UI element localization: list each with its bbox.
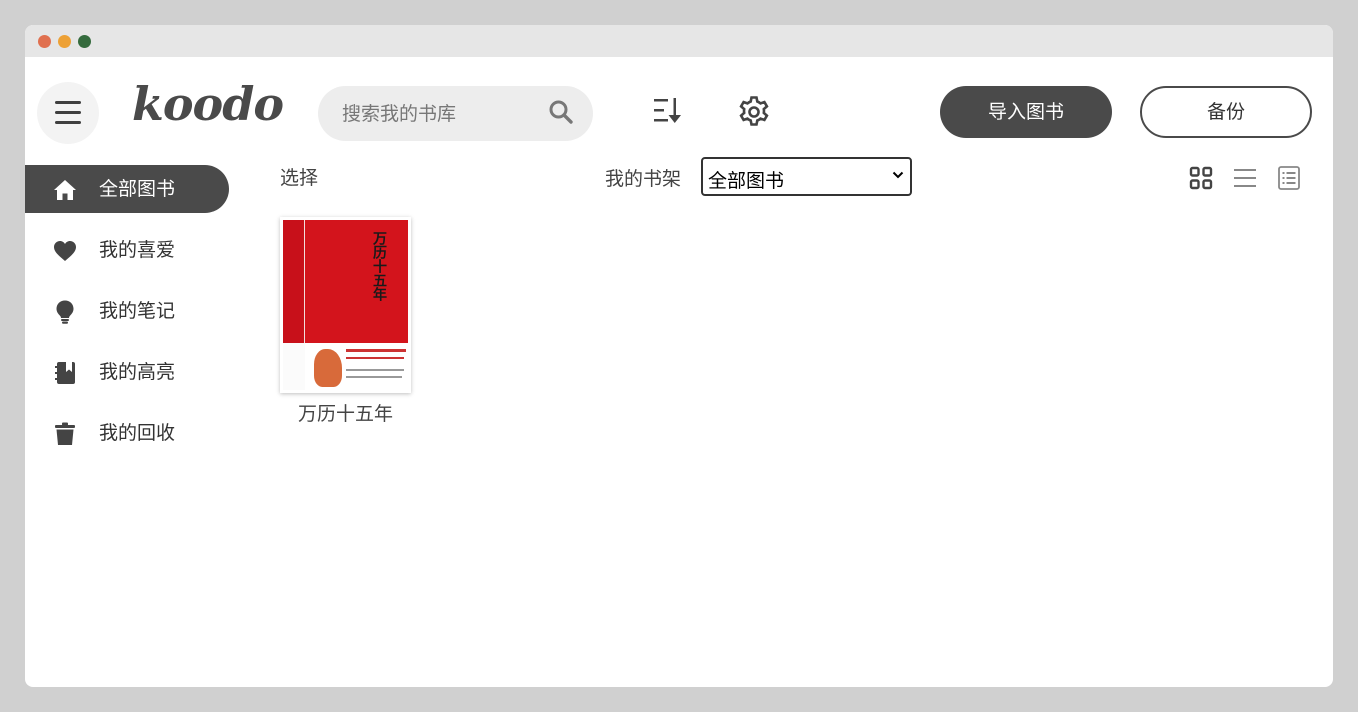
detail-view-icon[interactable] [1277,165,1301,191]
sidebar-item-favorites[interactable]: 我的喜爱 [25,226,229,274]
shelf-select[interactable]: 全部图书 [701,157,912,196]
search-input[interactable] [342,101,542,127]
notebook-icon [55,362,75,384]
chevron-down-icon [892,171,904,179]
sidebar-item-trash[interactable]: 我的回收 [25,409,229,457]
search-box [318,86,593,141]
heart-icon [54,241,76,261]
book-title: 万历十五年 [297,403,393,425]
select-mode-button[interactable]: 选择 [280,163,318,190]
maximize-window-button[interactable] [78,35,91,48]
search-icon[interactable] [548,99,574,125]
list-view-icon[interactable] [1233,166,1257,190]
menu-button[interactable] [37,82,99,144]
grid-view-icon[interactable] [1189,166,1213,190]
book-cover-title: 万历十五年 [371,231,387,301]
shelf-select-value: 全部图书 [708,170,785,192]
shelf-label: 我的书架 [605,168,682,190]
sidebar-item-highlights[interactable]: 我的高亮 [25,348,229,396]
sidebar-item-notes[interactable]: 我的笔记 [25,287,229,335]
close-window-button[interactable] [38,35,51,48]
gear-icon[interactable] [737,95,771,129]
sidebar-item-label: 我的回收 [99,422,176,444]
hamburger-icon [55,101,81,104]
sidebar: 全部图书 我的喜爱 我的笔记 我的高亮 我的回收 [25,165,235,470]
title-bar [25,25,1333,57]
minimize-window-button[interactable] [58,35,71,48]
lion-illustration [314,349,342,387]
backup-button[interactable]: 备份 [1140,86,1312,138]
sidebar-item-label: 我的笔记 [99,300,176,322]
home-icon [54,180,76,200]
book-card[interactable]: 万历十五年 万历十五年 [280,217,411,426]
app-logo: koodo [132,77,284,131]
sidebar-item-label: 我的高亮 [99,361,176,383]
import-books-button[interactable]: 导入图书 [940,86,1112,138]
sort-icon[interactable] [652,96,684,126]
trash-icon [55,422,75,445]
sidebar-item-label: 我的喜爱 [99,239,176,261]
app-window: koodo 导入图书 备份 全部图书 [25,25,1333,687]
lightbulb-icon [56,300,74,324]
book-cover[interactable]: 万历十五年 [280,217,411,393]
sidebar-item-all-books[interactable]: 全部图书 [25,165,229,213]
sidebar-item-label: 全部图书 [99,178,176,200]
